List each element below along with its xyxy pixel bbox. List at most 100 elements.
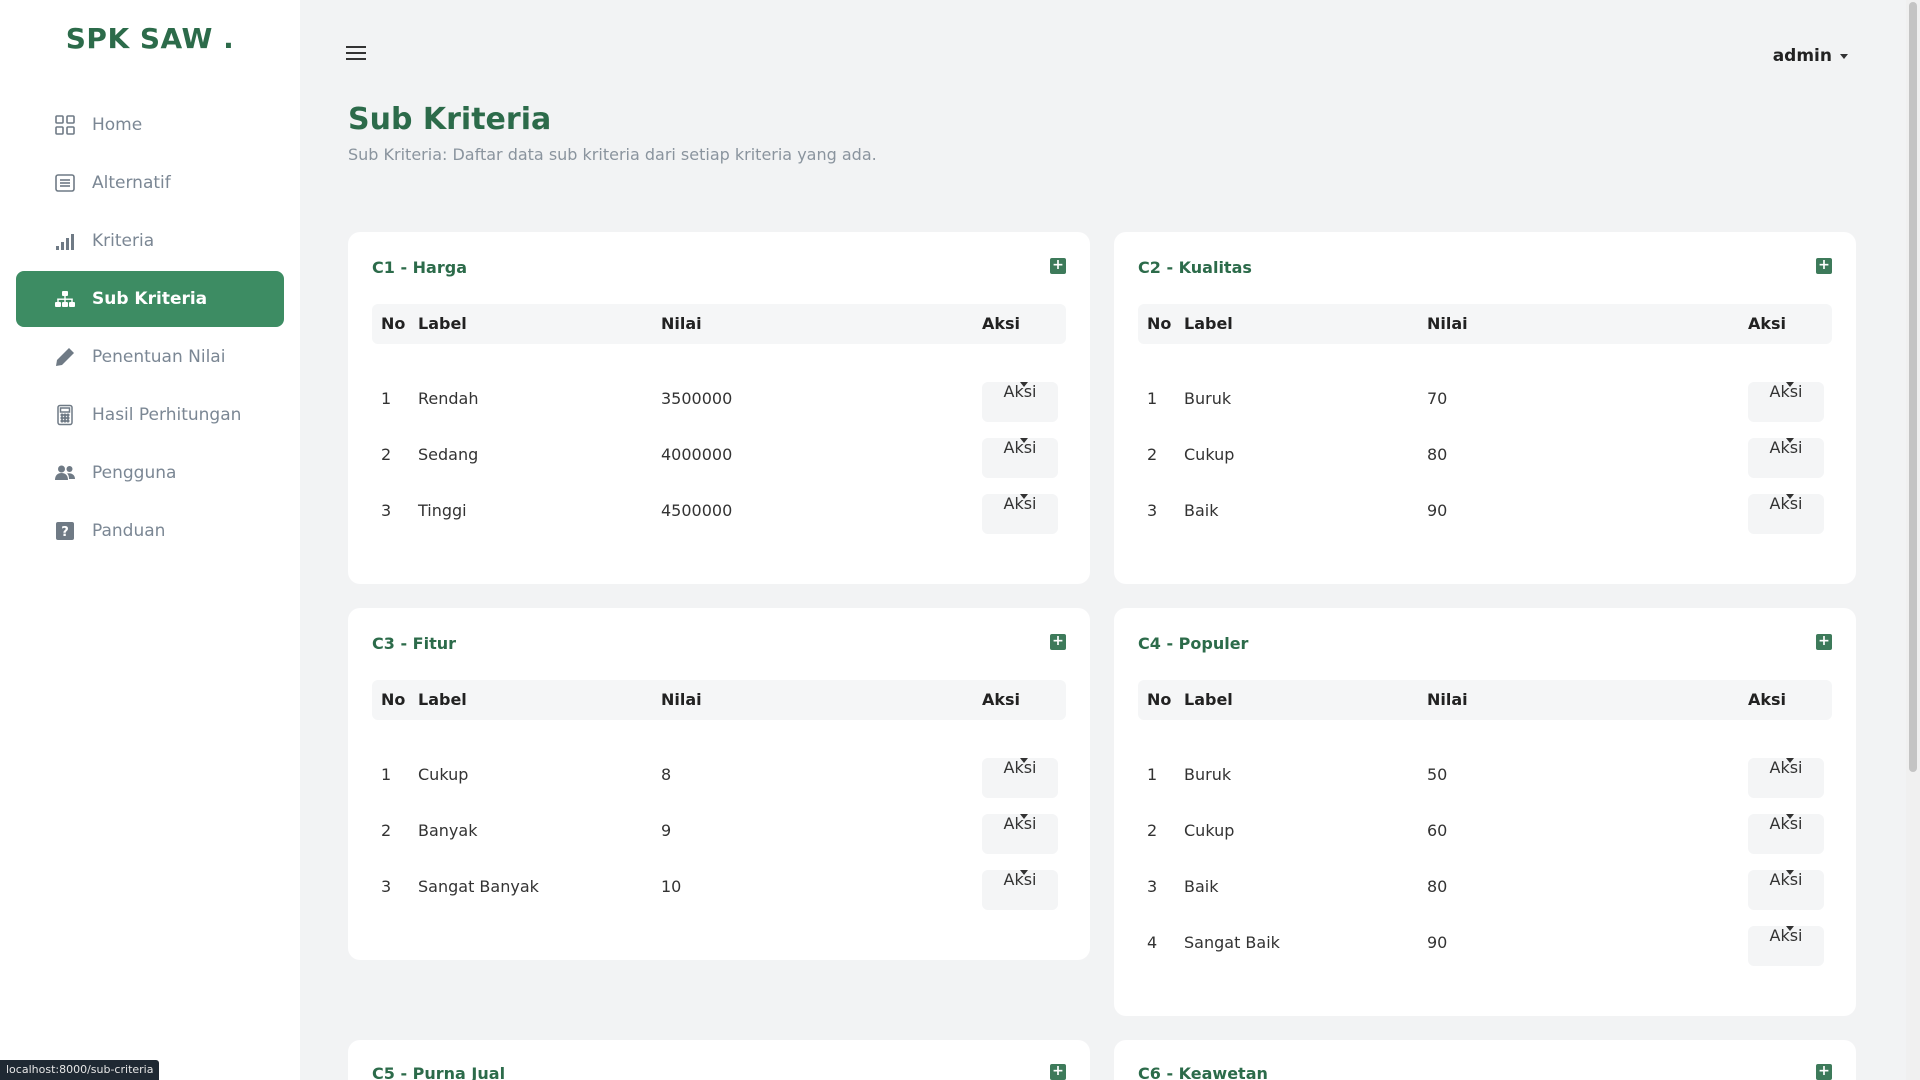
add-icon[interactable]: + (1050, 258, 1066, 274)
row-label: Cukup (1184, 821, 1235, 840)
page-subtitle: Sub Kriteria: Daftar data sub kriteria d… (348, 145, 877, 164)
sitemap-icon (54, 288, 76, 310)
column-header-no: No (381, 690, 406, 709)
row-label: Baik (1184, 501, 1219, 520)
aksi-dropdown-button[interactable]: Aksi (982, 494, 1058, 534)
aksi-dropdown-button[interactable]: Aksi (1748, 870, 1824, 910)
sidebar-item-label: Panduan (92, 521, 166, 541)
add-icon[interactable]: + (1816, 258, 1832, 274)
caret-down-icon (1786, 926, 1794, 931)
column-header-no: No (1147, 690, 1172, 709)
row-no: 2 (1147, 445, 1158, 464)
sidebar-item-label: Sub Kriteria (92, 289, 208, 309)
add-icon[interactable]: + (1816, 1064, 1832, 1080)
row-no: 1 (381, 765, 392, 784)
row-no: 2 (1147, 821, 1158, 840)
row-label: Baik (1184, 877, 1219, 896)
row-nilai: 70 (1427, 389, 1448, 408)
caret-down-icon (1786, 494, 1794, 499)
column-header-label: Label (1184, 690, 1233, 709)
caret-down-icon (1020, 382, 1028, 387)
row-no: 3 (1147, 877, 1158, 896)
add-icon[interactable]: + (1816, 634, 1832, 650)
table-row: 3 Sangat Banyak 10 Aksi (372, 870, 1066, 918)
aksi-dropdown-button[interactable]: Aksi (1748, 494, 1824, 534)
aksi-dropdown-button[interactable]: Aksi (1748, 758, 1824, 798)
row-nilai: 80 (1427, 445, 1448, 464)
table-row: 3 Baik 90 Aksi (1138, 494, 1832, 542)
sidebar-item-pengguna[interactable]: Pengguna (16, 445, 284, 501)
scrollbar-thumb[interactable] (1909, 2, 1917, 772)
sidebar-item-label: Home (92, 115, 143, 135)
caret-down-icon (1020, 494, 1028, 499)
row-nilai: 4500000 (661, 501, 733, 520)
vertical-scrollbar[interactable] (1906, 0, 1920, 1080)
column-header-no: No (1147, 314, 1172, 333)
row-no: 3 (381, 501, 392, 520)
row-nilai: 10 (661, 877, 682, 896)
card-title: C1 - Harga (372, 258, 467, 277)
sidebar: SPK SAW . Home Alternatif Kriteria Sub K… (0, 0, 300, 1080)
aksi-dropdown-button[interactable]: Aksi (1748, 814, 1824, 854)
column-header-aksi: Aksi (1748, 690, 1787, 709)
add-icon[interactable]: + (1050, 1064, 1066, 1080)
card-title: C6 - Keawetan (1138, 1064, 1268, 1080)
sidebar-item-kriteria[interactable]: Kriteria (16, 213, 284, 269)
table-row: 3 Tinggi 4500000 Aksi (372, 494, 1066, 542)
card-title: C4 - Populer (1138, 634, 1249, 653)
column-header-aksi: Aksi (982, 690, 1021, 709)
row-no: 4 (1147, 933, 1158, 952)
table-row: 2 Banyak 9 Aksi (372, 814, 1066, 862)
row-no: 1 (381, 389, 392, 408)
sidebar-item-label: Alternatif (92, 173, 171, 193)
brand-logo[interactable]: SPK SAW . (0, 22, 300, 55)
aksi-dropdown-button[interactable]: Aksi (1748, 382, 1824, 422)
row-nilai: 60 (1427, 821, 1448, 840)
sidebar-item-label: Kriteria (92, 231, 155, 251)
sidebar-item-panduan[interactable]: ? Panduan (16, 503, 284, 559)
aksi-dropdown-button[interactable]: Aksi (1748, 438, 1824, 478)
aksi-dropdown-button[interactable]: Aksi (982, 438, 1058, 478)
caret-down-icon (1840, 53, 1848, 59)
sidebar-item-label: Pengguna (92, 463, 177, 483)
sidebar-item-label: Hasil Perhitungan (92, 405, 242, 425)
sidebar-item-home[interactable]: Home (16, 97, 284, 153)
row-nilai: 4000000 (661, 445, 733, 464)
sidebar-item-sub-kriteria[interactable]: Sub Kriteria (16, 271, 284, 327)
table-header: No Label Nilai Aksi (372, 304, 1066, 344)
caret-down-icon (1020, 814, 1028, 819)
table-row: 4 Sangat Baik 90 Aksi (1138, 926, 1832, 974)
table-row: 1 Cukup 8 Aksi (372, 758, 1066, 806)
row-no: 1 (1147, 765, 1158, 784)
aksi-dropdown-button[interactable]: Aksi (982, 814, 1058, 854)
add-icon[interactable]: + (1050, 634, 1066, 650)
table-header: No Label Nilai Aksi (372, 680, 1066, 720)
column-header-nilai: Nilai (1427, 314, 1468, 333)
table-row: 2 Cukup 60 Aksi (1138, 814, 1832, 862)
row-label: Tinggi (418, 501, 467, 520)
aksi-dropdown-button[interactable]: Aksi (982, 758, 1058, 798)
column-header-label: Label (418, 690, 467, 709)
card-title: C2 - Kualitas (1138, 258, 1252, 277)
sidebar-item-hasil-perhitungan[interactable]: Hasil Perhitungan (16, 387, 284, 443)
list-icon (54, 172, 76, 194)
sidebar-item-penentuan-nilai[interactable]: Penentuan Nilai (16, 329, 284, 385)
subcriteria-card-c3: C3 - Fitur + No Label Nilai Aksi 1 Cukup… (348, 608, 1090, 960)
menu-toggle-icon[interactable] (346, 46, 366, 62)
aksi-dropdown-button[interactable]: Aksi (982, 870, 1058, 910)
sidebar-item-alternatif[interactable]: Alternatif (16, 155, 284, 211)
table-row: 2 Cukup 80 Aksi (1138, 438, 1832, 486)
row-nilai: 90 (1427, 933, 1448, 952)
column-header-nilai: Nilai (1427, 690, 1468, 709)
caret-down-icon (1786, 382, 1794, 387)
row-no: 3 (381, 877, 392, 896)
subcriteria-card-c2: C2 - Kualitas + No Label Nilai Aksi 1 Bu… (1114, 232, 1856, 584)
aksi-dropdown-button[interactable]: Aksi (982, 382, 1058, 422)
user-menu-dropdown[interactable]: admin (1773, 46, 1848, 66)
row-label: Rendah (418, 389, 479, 408)
aksi-dropdown-button[interactable]: Aksi (1748, 926, 1824, 966)
column-header-nilai: Nilai (661, 314, 702, 333)
row-no: 2 (381, 445, 392, 464)
column-header-no: No (381, 314, 406, 333)
bar-chart-icon (54, 230, 76, 252)
